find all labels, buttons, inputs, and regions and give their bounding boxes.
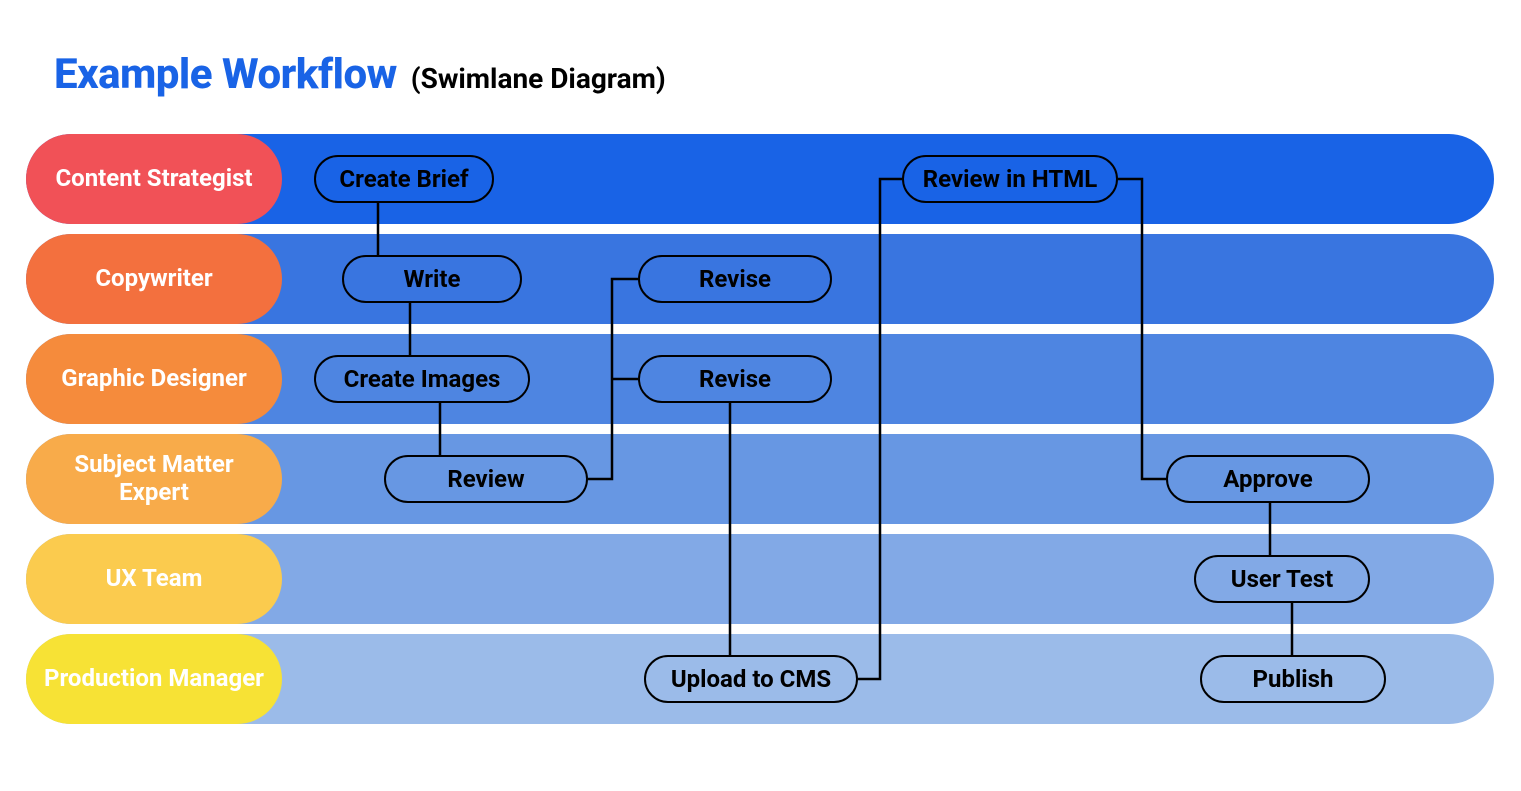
task-user-test: User Test bbox=[1194, 555, 1370, 603]
task-label: User Test bbox=[1231, 565, 1333, 593]
task-label: Review in HTML bbox=[923, 165, 1097, 193]
task-label: Publish bbox=[1253, 665, 1334, 693]
lane-label-production-manager: Production Manager bbox=[26, 634, 282, 724]
lane-label-text: Subject Matter Expert bbox=[44, 451, 264, 506]
task-label: Approve bbox=[1223, 465, 1313, 493]
task-label: Create Brief bbox=[339, 165, 468, 193]
lane-label-copywriter: Copywriter bbox=[26, 234, 282, 324]
lane-label-graphic-designer: Graphic Designer bbox=[26, 334, 282, 424]
swimlane-diagram: Content Strategist Copywriter Graphic De… bbox=[26, 134, 1494, 774]
task-label: Upload to CMS bbox=[671, 665, 831, 693]
task-create-brief: Create Brief bbox=[314, 155, 494, 203]
task-revise-design: Revise bbox=[638, 355, 832, 403]
lane-label-text: UX Team bbox=[106, 565, 203, 593]
task-label: Review bbox=[447, 465, 524, 493]
lane-label-text: Content Strategist bbox=[55, 165, 252, 193]
task-write: Write bbox=[342, 255, 522, 303]
task-label: Revise bbox=[699, 265, 771, 293]
task-label: Create Images bbox=[344, 365, 501, 393]
lane-label-content-strategist: Content Strategist bbox=[26, 134, 282, 224]
page-subtitle: (Swimlane Diagram) bbox=[411, 62, 666, 95]
task-create-images: Create Images bbox=[314, 355, 530, 403]
task-upload-to-cms: Upload to CMS bbox=[644, 655, 858, 703]
lane-label-subject-matter-expert: Subject Matter Expert bbox=[26, 434, 282, 524]
task-label: Write bbox=[404, 265, 461, 293]
task-label: Revise bbox=[699, 365, 771, 393]
page-title-row: Example Workflow (Swimlane Diagram) bbox=[54, 50, 666, 99]
task-publish: Publish bbox=[1200, 655, 1386, 703]
lane-label-ux-team: UX Team bbox=[26, 534, 282, 624]
lane-label-text: Graphic Designer bbox=[61, 365, 247, 393]
task-review-in-html: Review in HTML bbox=[902, 155, 1118, 203]
task-review: Review bbox=[384, 455, 588, 503]
task-approve: Approve bbox=[1166, 455, 1370, 503]
lane-label-text: Production Manager bbox=[44, 665, 264, 693]
task-revise-copy: Revise bbox=[638, 255, 832, 303]
page-title: Example Workflow bbox=[54, 50, 397, 99]
lane-label-text: Copywriter bbox=[95, 265, 212, 293]
